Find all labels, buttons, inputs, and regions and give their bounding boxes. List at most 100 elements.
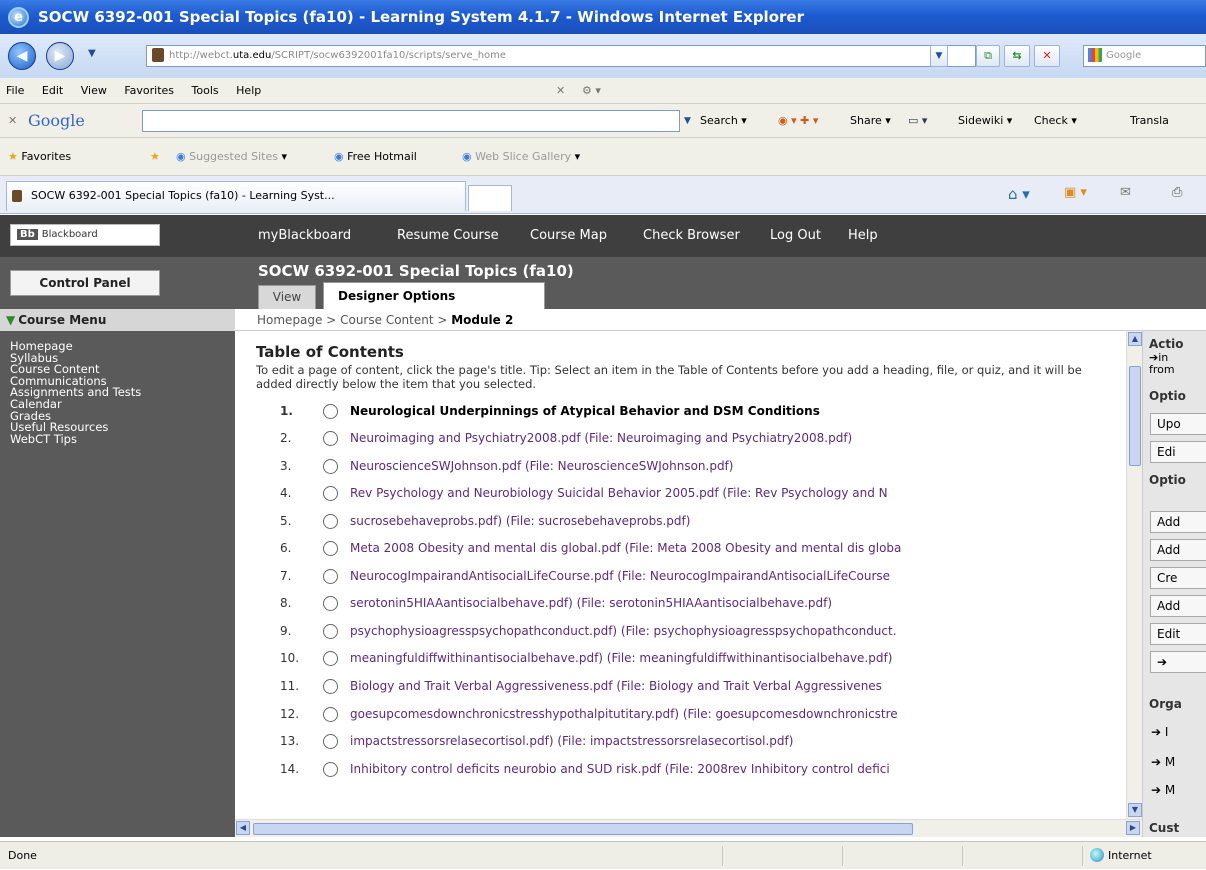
menu-tools[interactable]: Tools [192, 78, 219, 104]
google-search-button[interactable]: Search ▾ [700, 104, 747, 138]
toc-item-link[interactable]: Neuroimaging and Psychiatry2008.pdf (Fil… [350, 428, 852, 448]
feeds-icon[interactable]: ▣ ▾ [1064, 185, 1087, 200]
nav-course-map[interactable]: Course Map [530, 215, 607, 257]
organize-link-3[interactable]: ➔ M [1151, 783, 1175, 797]
sidebar-item-webct-tips[interactable]: WebCT Tips [10, 433, 141, 446]
mail-icon[interactable]: ✉ [1120, 185, 1131, 200]
select-radio[interactable] [323, 624, 338, 639]
toc-item-link[interactable]: Rev Psychology and Neurobiology Suicidal… [350, 483, 888, 503]
menu-file[interactable]: File [6, 78, 24, 104]
menu-edit[interactable]: Edit [42, 78, 63, 104]
hotmail-link[interactable]: ◉ Free Hotmail [334, 138, 417, 176]
stop-icon[interactable]: ✕ [1034, 45, 1060, 67]
select-radio[interactable] [323, 486, 338, 501]
compatibility-view-icon[interactable]: ⧉ [976, 45, 1000, 67]
suggested-sites-button[interactable]: ◉ Suggested Sites ▾ [176, 138, 287, 176]
nav-myblackboard[interactable]: myBlackboard [258, 215, 351, 257]
menu-view[interactable]: View [81, 78, 107, 104]
favorites-button[interactable]: ★ Favorites [8, 138, 71, 176]
toc-item-link[interactable]: NeurocogImpairandAntisocialLifeCourse.pd… [350, 566, 890, 586]
refresh-icon[interactable]: ⇆ [1004, 45, 1030, 67]
update-button[interactable]: Upo [1150, 413, 1206, 435]
spell-check-button[interactable]: Check ▾ [1034, 104, 1077, 138]
create-button[interactable]: Cre [1150, 567, 1206, 589]
add-heading-button[interactable]: Add [1150, 511, 1206, 533]
share-button[interactable]: Share ▾ [850, 104, 891, 138]
select-radio[interactable] [323, 459, 338, 474]
add-file-button[interactable]: Add [1150, 539, 1206, 561]
toc-item-link[interactable]: goesupcomesdownchronicstresshypothalpitu… [350, 704, 898, 724]
security-zone[interactable]: Internet [1090, 842, 1152, 870]
edit-button[interactable]: Edi [1150, 441, 1206, 463]
select-radio[interactable] [323, 707, 338, 722]
toc-item-link[interactable]: psychophysioagresspsychopathconduct.pdf)… [350, 621, 897, 641]
back-button[interactable]: ◀ [8, 42, 36, 70]
breadcrumb-homepage[interactable]: Homepage [257, 313, 322, 327]
scroll-right-icon[interactable]: ▶ [1126, 821, 1140, 835]
select-radio[interactable] [323, 651, 338, 666]
select-radio[interactable] [323, 679, 338, 694]
tab-view[interactable]: View [258, 285, 316, 309]
breadcrumb-course-content[interactable]: Course Content [340, 313, 433, 327]
add-quiz-button[interactable]: Add [1150, 595, 1206, 617]
tab-designer-options[interactable]: Designer Options [323, 282, 545, 309]
google-search-input[interactable] [142, 110, 680, 132]
nav-resume-course[interactable]: Resume Course [397, 215, 499, 257]
scroll-left-icon[interactable]: ◀ [236, 821, 250, 835]
course-menu-header[interactable]: ▼ Course Menu [0, 309, 235, 331]
toc-item-link[interactable]: sucrosebehaveprobs.pdf) (File: sucrosebe… [350, 511, 690, 531]
vertical-scrollbar[interactable]: ▲ ▼ [1126, 331, 1142, 819]
horizontal-scrollbar[interactable]: ◀ ▶ [235, 819, 1142, 837]
new-tab-button[interactable] [468, 185, 512, 211]
toc-item-link[interactable]: meaningfuldiffwithinantisocialbehave.pdf… [350, 648, 892, 668]
select-radio[interactable] [323, 569, 338, 584]
control-panel-button[interactable]: Control Panel [10, 270, 160, 296]
more-actions-button[interactable]: ➔ [1150, 651, 1206, 673]
toolbar-options-icon[interactable]: ⚙ ▾ [582, 78, 601, 104]
select-radio[interactable] [323, 514, 338, 529]
add-favorite-icon[interactable]: ★ [150, 138, 160, 176]
toc-item-link[interactable]: serotonin5HIAAantisocialbehave.pdf) (Fil… [350, 593, 832, 613]
close-toolbar-icon[interactable]: ✕ [556, 78, 565, 104]
toc-item-link[interactable]: NeuroscienceSWJohnson.pdf (File: Neurosc… [350, 456, 733, 476]
browser-tab[interactable]: SOCW 6392-001 Special Topics (fa10) - Le… [6, 181, 466, 211]
address-dropdown-button[interactable]: ▼ [930, 45, 948, 67]
address-bar[interactable]: http://webct.uta.edu/SCRIPT/socw6392001f… [146, 45, 976, 67]
blackboard-logo[interactable]: Bb Blackboard [10, 224, 160, 246]
nav-log-out[interactable]: Log Out [770, 215, 821, 257]
print-icon[interactable]: ⎙ [1172, 185, 1182, 200]
close-google-toolbar-icon[interactable]: ✕ [8, 104, 17, 138]
menu-favorites[interactable]: Favorites [124, 78, 174, 104]
select-radio[interactable] [323, 734, 338, 749]
web-slice-gallery-button[interactable]: ◉ Web Slice Gallery ▾ [462, 138, 580, 176]
scroll-down-icon[interactable]: ▼ [1128, 803, 1142, 817]
nav-check-browser[interactable]: Check Browser [643, 215, 740, 257]
toc-item-link[interactable]: Meta 2008 Obesity and mental dis global.… [350, 538, 901, 558]
scroll-up-icon[interactable]: ▲ [1128, 332, 1142, 346]
select-radio[interactable] [323, 541, 338, 556]
toc-item-number: 11. [280, 679, 300, 693]
menu-help[interactable]: Help [236, 78, 261, 104]
tab-tools-icon[interactable]: ▭ ▾ [908, 104, 927, 138]
forward-button[interactable]: ▶ [46, 42, 74, 70]
horizontal-scroll-thumb[interactable] [253, 823, 913, 835]
organize-link-1[interactable]: ➔ I [1151, 725, 1168, 739]
nav-help[interactable]: Help [848, 215, 878, 257]
vertical-scroll-thumb[interactable] [1129, 366, 1141, 466]
history-dropdown-icon[interactable]: ▼ [88, 48, 96, 59]
edit-properties-button[interactable]: Edit [1150, 623, 1206, 645]
select-radio[interactable] [323, 762, 338, 777]
home-icon[interactable]: ⌂ ▾ [1008, 185, 1030, 203]
toc-item-link[interactable]: Inhibitory control deficits neurobio and… [350, 759, 890, 779]
select-radio[interactable] [323, 596, 338, 611]
select-radio[interactable] [323, 431, 338, 446]
select-radio[interactable] [323, 404, 338, 419]
translate-button[interactable]: Transla [1130, 104, 1169, 138]
toc-item-link[interactable]: impactstressorsrelasecortisol.pdf) (File… [350, 731, 793, 751]
google-dropdown-icon[interactable]: ▼ [684, 104, 691, 138]
sidewiki-button[interactable]: Sidewiki ▾ [958, 104, 1012, 138]
toolbar-extras-icon[interactable]: ◉ ▾ ✚ ▾ [778, 104, 818, 138]
toc-item-link[interactable]: Biology and Trait Verbal Aggressiveness.… [350, 676, 882, 696]
toc-item-link[interactable]: Neurological Underpinnings of Atypical B… [350, 401, 820, 421]
organize-link-2[interactable]: ➔ M [1151, 755, 1175, 769]
